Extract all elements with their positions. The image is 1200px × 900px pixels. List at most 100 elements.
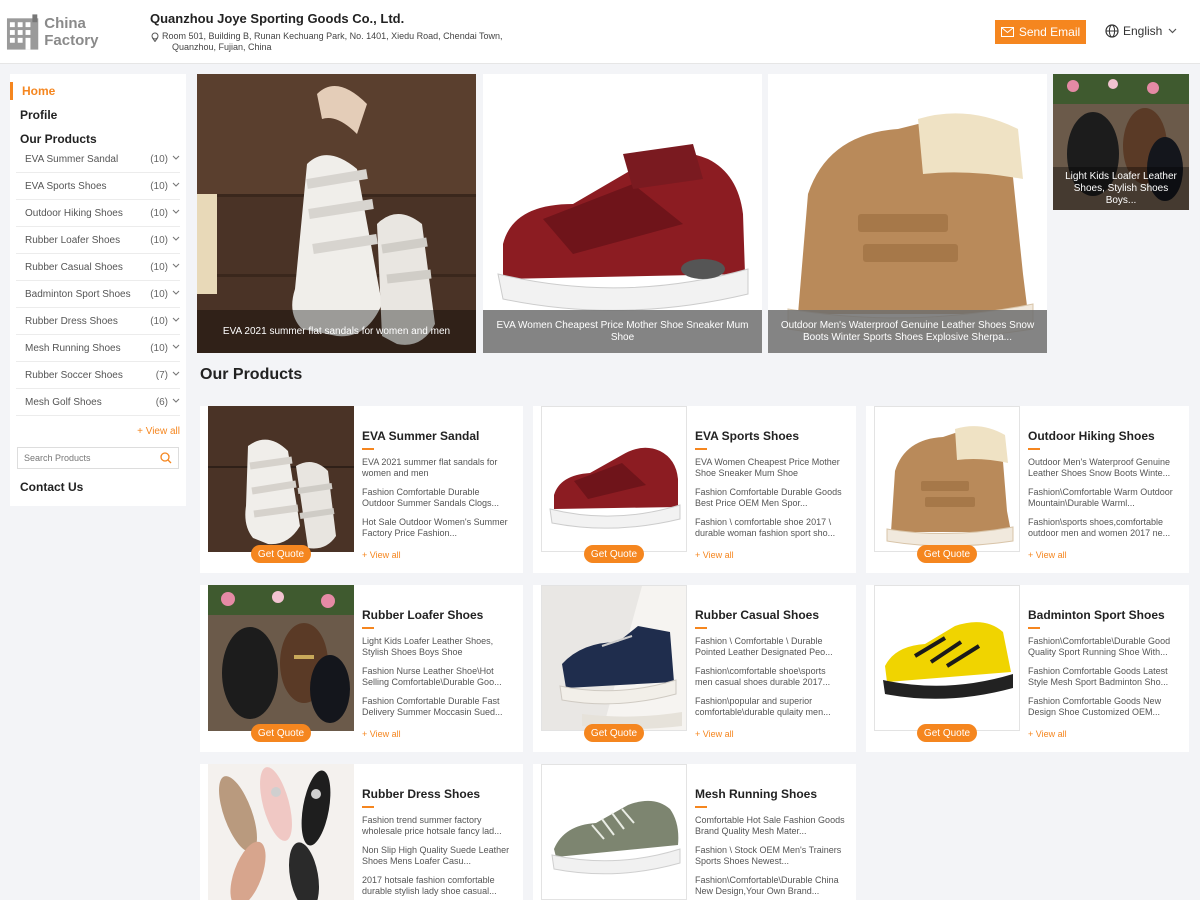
category-item[interactable]: EVA Sports Shoes (10) xyxy=(16,173,180,200)
language-selector[interactable]: English xyxy=(1105,24,1181,38)
product-title[interactable]: EVA Summer Sandal xyxy=(362,429,479,443)
product-image[interactable] xyxy=(874,585,1020,731)
product-image[interactable] xyxy=(541,764,687,900)
product-desc[interactable]: Fashion\sports shoes,comfortable outdoor… xyxy=(1028,517,1178,539)
product-image[interactable] xyxy=(208,764,354,900)
building-logo-icon xyxy=(6,14,39,50)
product-title[interactable]: Rubber Casual Shoes xyxy=(695,608,819,622)
product-title[interactable]: Rubber Loafer Shoes xyxy=(362,608,483,622)
product-desc[interactable]: Hot Sale Outdoor Women's Summer Factory … xyxy=(362,517,512,539)
product-card[interactable]: Mesh Running Shoes Comfortable Hot Sale … xyxy=(533,764,856,900)
chevron-down-icon[interactable] xyxy=(172,290,180,296)
nav-contact-us[interactable]: Contact Us xyxy=(20,480,83,494)
product-desc[interactable]: Fashion Comfortable Durable Goods Best P… xyxy=(695,487,845,509)
product-image[interactable] xyxy=(208,406,354,552)
chevron-down-icon[interactable] xyxy=(172,182,180,188)
category-label: Rubber Loafer Shoes xyxy=(25,234,121,246)
product-card[interactable]: Get Quote Rubber Casual Shoes Fashion \ … xyxy=(533,585,856,752)
view-all-link[interactable]: + View all xyxy=(1028,729,1067,739)
product-desc[interactable]: Fashion Comfortable Durable Outdoor Summ… xyxy=(362,487,512,509)
product-desc[interactable]: Fashion\Comfortable\Durable China New De… xyxy=(695,875,845,897)
product-card[interactable]: Get Quote EVA Summer Sandal EVA 2021 sum… xyxy=(200,406,523,573)
nav-profile[interactable]: Profile xyxy=(20,108,57,122)
category-item[interactable]: Rubber Casual Shoes (10) xyxy=(16,254,180,281)
product-desc[interactable]: Fashion\Comfortable Warm Outdoor Mountai… xyxy=(1028,487,1178,509)
product-card[interactable]: Get Quote EVA Sports Shoes EVA Women Che… xyxy=(533,406,856,573)
nav-home[interactable]: Home xyxy=(10,82,55,100)
product-desc[interactable]: Light Kids Loafer Leather Shoes, Stylish… xyxy=(362,636,512,658)
product-image[interactable] xyxy=(541,585,687,731)
product-card[interactable]: Rubber Dress Shoes Fashion trend summer … xyxy=(200,764,523,900)
chevron-down-icon[interactable] xyxy=(172,236,180,242)
product-desc[interactable]: Fashion Comfortable Goods Latest Style M… xyxy=(1028,666,1178,688)
view-all-link[interactable]: + View all xyxy=(362,729,401,739)
get-quote-button[interactable]: Get Quote xyxy=(251,724,311,742)
category-item[interactable]: EVA Summer Sandal (10) xyxy=(16,146,180,173)
category-item[interactable]: Mesh Golf Shoes (6) xyxy=(16,389,180,416)
category-item[interactable]: Mesh Running Shoes (10) xyxy=(16,335,180,362)
product-desc[interactable]: Comfortable Hot Sale Fashion Goods Brand… xyxy=(695,815,845,837)
banner-slide[interactable]: Outdoor Men's Waterproof Genuine Leather… xyxy=(768,74,1047,353)
get-quote-button[interactable]: Get Quote xyxy=(584,545,644,563)
get-quote-button[interactable]: Get Quote xyxy=(251,545,311,563)
get-quote-button[interactable]: Get Quote xyxy=(917,545,977,563)
chevron-down-icon[interactable] xyxy=(172,155,180,161)
category-count: (6) xyxy=(155,396,168,408)
category-item[interactable]: Badminton Sport Shoes (10) xyxy=(16,281,180,308)
product-desc[interactable]: Fashion Comfortable Goods New Design Sho… xyxy=(1028,696,1178,718)
view-all-categories-link[interactable]: + View all xyxy=(137,426,180,437)
product-desc[interactable]: Fashion \ Comfortable \ Durable Pointed … xyxy=(695,636,845,658)
chevron-down-icon[interactable] xyxy=(172,344,180,350)
product-desc[interactable]: Outdoor Men's Waterproof Genuine Leather… xyxy=(1028,457,1178,479)
product-desc[interactable]: Fashion Nurse Leather Shoe\Hot Selling C… xyxy=(362,666,512,688)
product-desc[interactable]: Fashion Comfortable Durable Fast Deliver… xyxy=(362,696,512,718)
product-card[interactable]: Get Quote Badminton Sport Shoes Fashion\… xyxy=(866,585,1189,752)
product-image[interactable] xyxy=(874,406,1020,552)
chevron-down-icon[interactable] xyxy=(172,209,180,215)
send-email-button[interactable]: Send Email xyxy=(995,20,1086,44)
product-title[interactable]: EVA Sports Shoes xyxy=(695,429,799,443)
product-desc[interactable]: 2017 hotsale fashion comfortable durable… xyxy=(362,875,512,897)
nav-our-products[interactable]: Our Products xyxy=(20,132,97,146)
product-desc[interactable]: Fashion\Comfortable\Durable Good Quality… xyxy=(1028,636,1178,658)
view-all-link[interactable]: + View all xyxy=(695,550,734,560)
product-image[interactable] xyxy=(208,585,354,731)
product-title[interactable]: Rubber Dress Shoes xyxy=(362,787,480,801)
banner-caption: EVA Women Cheapest Price Mother Shoe Sne… xyxy=(483,310,762,353)
category-label: Rubber Soccer Shoes xyxy=(25,369,123,381)
product-image[interactable] xyxy=(541,406,687,552)
get-quote-button[interactable]: Get Quote xyxy=(584,724,644,742)
view-all-link[interactable]: + View all xyxy=(362,550,401,560)
product-desc[interactable]: Fashion trend summer factory wholesale p… xyxy=(362,815,512,837)
banner-slide[interactable]: EVA Women Cheapest Price Mother Shoe Sne… xyxy=(483,74,762,353)
chevron-down-icon[interactable] xyxy=(172,398,180,404)
product-desc[interactable]: Fashion\popular and superior comfortable… xyxy=(695,696,845,718)
view-all-link[interactable]: + View all xyxy=(695,729,734,739)
product-title[interactable]: Badminton Sport Shoes xyxy=(1028,608,1165,622)
sandal-thumb-image xyxy=(208,406,354,552)
product-desc[interactable]: EVA 2021 summer flat sandals for women a… xyxy=(362,457,512,479)
chevron-down-icon[interactable] xyxy=(172,263,180,269)
category-item[interactable]: Rubber Soccer Shoes (7) xyxy=(16,362,180,389)
product-desc[interactable]: EVA Women Cheapest Price Mother Shoe Sne… xyxy=(695,457,845,479)
product-desc[interactable]: Non Slip High Quality Suede Leather Shoe… xyxy=(362,845,512,867)
category-item[interactable]: Outdoor Hiking Shoes (10) xyxy=(16,200,180,227)
banner-slide[interactable]: Light Kids Loafer Leather Shoes, Stylish… xyxy=(1053,74,1189,210)
banner-slide[interactable]: EVA 2021 summer flat sandals for women a… xyxy=(197,74,476,353)
product-desc[interactable]: Fashion \ comfortable shoe 2017 \ durabl… xyxy=(695,517,845,539)
view-all-link[interactable]: + View all xyxy=(1028,550,1067,560)
category-item[interactable]: Rubber Loafer Shoes (10) xyxy=(16,227,180,254)
product-card[interactable]: Get Quote Rubber Loafer Shoes Light Kids… xyxy=(200,585,523,752)
chevron-down-icon[interactable] xyxy=(172,317,180,323)
get-quote-button[interactable]: Get Quote xyxy=(917,724,977,742)
search-input[interactable] xyxy=(24,453,154,463)
product-desc[interactable]: Fashion\comfortable shoe\sports men casu… xyxy=(695,666,845,688)
search-icon[interactable] xyxy=(160,452,172,464)
product-card[interactable]: Get Quote Outdoor Hiking Shoes Outdoor M… xyxy=(866,406,1189,573)
product-title[interactable]: Outdoor Hiking Shoes xyxy=(1028,429,1155,443)
site-logo[interactable]: China Factory xyxy=(6,12,142,52)
product-desc[interactable]: Fashion \ Stock OEM Men's Trainers Sport… xyxy=(695,845,845,867)
chevron-down-icon[interactable] xyxy=(172,371,180,377)
category-item[interactable]: Rubber Dress Shoes (10) xyxy=(16,308,180,335)
product-title[interactable]: Mesh Running Shoes xyxy=(695,787,817,801)
